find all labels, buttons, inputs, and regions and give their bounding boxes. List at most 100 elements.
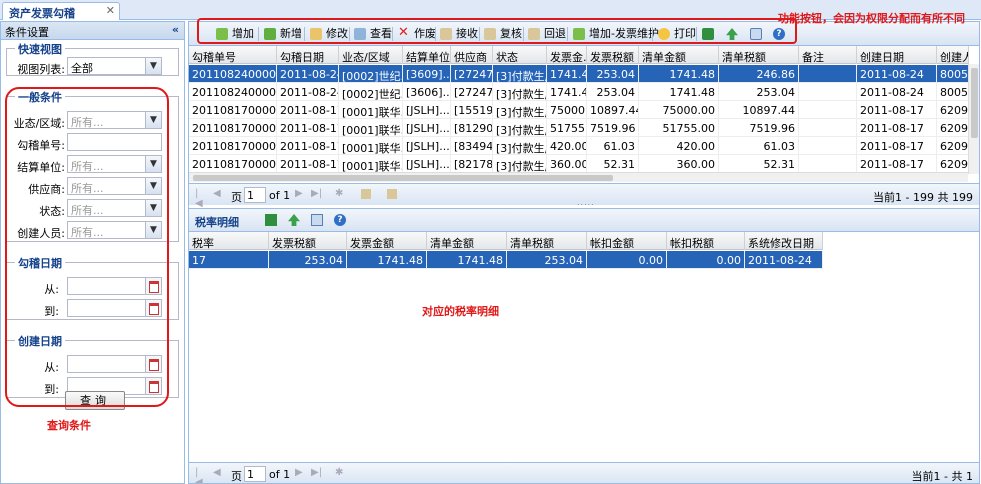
column-header[interactable]: 供应商 — [451, 46, 493, 64]
tab-title: 资产发票勾稽 — [9, 7, 75, 20]
mail-icon[interactable] — [311, 214, 323, 226]
next-page-icon[interactable]: ▶ — [295, 189, 305, 199]
table-cell: [3609]... — [403, 65, 451, 83]
column-header[interactable]: 发票金额 — [347, 232, 427, 250]
table-cell: [82178... — [451, 155, 493, 173]
column-header[interactable]: 状态 — [493, 46, 547, 64]
table-row[interactable]: 201108170000432011-08-17[0001]联华...[JSLH… — [189, 155, 969, 173]
table-cell: 20110817000045 — [189, 119, 277, 137]
table-cell: [0002]世纪... — [339, 65, 403, 83]
last-page-icon[interactable]: ▶| — [311, 189, 322, 199]
column-header[interactable]: 税率 — [189, 232, 269, 250]
table-row[interactable]: 201108170000462011-08-17[0001]联华...[JSLH… — [189, 101, 969, 119]
column-header[interactable]: 帐扣金额 — [587, 232, 667, 250]
column-header[interactable]: 发票金... — [547, 46, 587, 64]
prev-page-icon[interactable]: ◀ — [213, 468, 223, 478]
table-cell: 75000... — [547, 101, 587, 119]
horizontal-scrollbar[interactable] — [189, 172, 968, 182]
page-number-input[interactable]: 1 — [244, 187, 266, 203]
page-number-input[interactable]: 1 — [244, 466, 266, 482]
table-cell: [83494... — [451, 137, 493, 155]
chevron-down-icon[interactable]: ▼ — [145, 58, 161, 74]
table-row[interactable]: 17 253.04 1741.48 1741.48 253.04 0.00 0.00 2011… — [189, 251, 823, 269]
column-header[interactable]: 结算单位 — [403, 46, 451, 64]
table-cell: 2011-08-24 — [277, 83, 339, 101]
close-icon[interactable]: ✕ — [106, 4, 115, 17]
splitter-handle[interactable]: ..... — [577, 198, 595, 207]
toolbar-annotation: 功能按钮，会因为权限分配而有所不同 — [778, 12, 965, 25]
table-cell: [27247... — [451, 83, 493, 101]
first-page-icon[interactable]: |◀ — [195, 189, 205, 209]
refresh-icon[interactable]: ✱ — [335, 468, 345, 478]
view-list-label: 视图列表: — [17, 63, 65, 76]
export-excel-icon[interactable] — [265, 214, 277, 226]
table-cell: [3]付款生成 — [493, 119, 547, 137]
table-cell: 2011-08-17 — [277, 101, 339, 119]
column-header[interactable]: 清单金额 — [639, 46, 719, 64]
table-cell: [27247... — [451, 65, 493, 83]
table-row[interactable]: 201108240000042011-08-24[0002]世纪...[3606… — [189, 83, 969, 101]
detail-pager-summary: 当前1 - 共 1 — [911, 470, 973, 483]
table-cell: 1741.48 — [547, 83, 587, 101]
column-header[interactable]: 帐扣税额 — [667, 232, 745, 250]
table-row[interactable]: 201108170000452011-08-17[0001]联华...[JSLH… — [189, 119, 969, 137]
column-header[interactable]: 创建人 — [937, 46, 969, 64]
table-cell: [JSLH]... — [403, 101, 451, 119]
last-page-icon[interactable]: ▶| — [311, 468, 322, 478]
refresh-icon[interactable]: ✱ — [335, 189, 345, 199]
tab-asset-invoice[interactable]: 资产发票勾稽 ✕ — [2, 2, 120, 20]
column-header[interactable]: 系统修改日期 — [745, 232, 823, 250]
prev-page-icon[interactable]: ◀ — [213, 189, 223, 199]
vertical-scrollbar[interactable] — [968, 64, 979, 174]
collapse-icon[interactable]: « — [172, 23, 179, 36]
column-header[interactable]: 清单税额 — [507, 232, 587, 250]
table-cell: 1741.48 — [639, 65, 719, 83]
condition-panel-header: 条件设置 « — [1, 22, 184, 40]
next-page-icon[interactable]: ▶ — [295, 468, 305, 478]
table-cell: [JSLH]... — [403, 155, 451, 173]
detail-panel-header: 税率明细 ? — [189, 208, 979, 232]
table-cell: 17 — [189, 251, 269, 269]
query-annotation: 查询条件 — [47, 419, 91, 432]
table-cell: 6209 — [937, 101, 969, 119]
column-header[interactable]: 创建日期 — [857, 46, 937, 64]
first-page-icon[interactable]: |◀ — [195, 468, 205, 484]
table-cell: 8005 — [937, 65, 969, 83]
table-cell: 2011-08-24 — [857, 65, 937, 83]
view-list-select[interactable]: 全部 ▼ — [67, 57, 162, 75]
toolbar-annotation-box — [197, 18, 797, 44]
table-cell: [15519... — [451, 101, 493, 119]
column-header[interactable]: 发票税额 — [587, 46, 639, 64]
print-icon[interactable] — [387, 189, 397, 199]
table-cell: 52.31 — [719, 155, 799, 173]
column-header[interactable]: 清单税额 — [719, 46, 799, 64]
table-cell: [0001]联华... — [339, 155, 403, 173]
table-cell — [799, 65, 857, 83]
annotation-box — [5, 87, 169, 407]
table-cell: [0001]联华... — [339, 119, 403, 137]
column-header[interactable]: 发票税额 — [269, 232, 347, 250]
table-row[interactable]: 201108240000062011-08-24[0002]世纪...[3609… — [189, 65, 969, 83]
table-cell: 10897.44 — [719, 101, 799, 119]
export-icon[interactable] — [361, 189, 371, 199]
column-header[interactable]: 业态/区域 — [339, 46, 403, 64]
column-header[interactable]: 勾稽日期 — [277, 46, 339, 64]
upload-icon[interactable] — [288, 214, 300, 226]
table-cell: 1741.48 — [347, 251, 427, 269]
table-cell: 20110817000044 — [189, 137, 277, 155]
main-panel: 增加 新增 修改 查看 ✕ 作废 接收 复核 回退 增加-发票维护 打印 ? 勾稽… — [188, 21, 980, 484]
table-cell: 2011-08-17 — [277, 119, 339, 137]
column-header[interactable]: 勾稽单号 — [189, 46, 277, 64]
page-label: 页 — [231, 191, 242, 204]
quick-view-fieldset: 快速视图 视图列表: 全部 ▼ — [6, 41, 179, 76]
column-header[interactable]: 清单金额 — [427, 232, 507, 250]
table-cell: 20110824000004 — [189, 83, 277, 101]
table-row[interactable]: 201108170000442011-08-17[0001]联华...[JSLH… — [189, 137, 969, 155]
table-cell: [3]付款生成 — [493, 137, 547, 155]
help-icon[interactable]: ? — [334, 214, 346, 226]
column-header[interactable]: 备注 — [799, 46, 857, 64]
table-cell: 51755... — [547, 119, 587, 137]
detail-pager: |◀ ◀ 页 1 of 1 ▶ ▶| ✱ 当前1 - 共 1 — [189, 462, 979, 484]
table-cell: 2011-08-17 — [857, 101, 937, 119]
detail-title: 税率明细 — [195, 216, 239, 229]
